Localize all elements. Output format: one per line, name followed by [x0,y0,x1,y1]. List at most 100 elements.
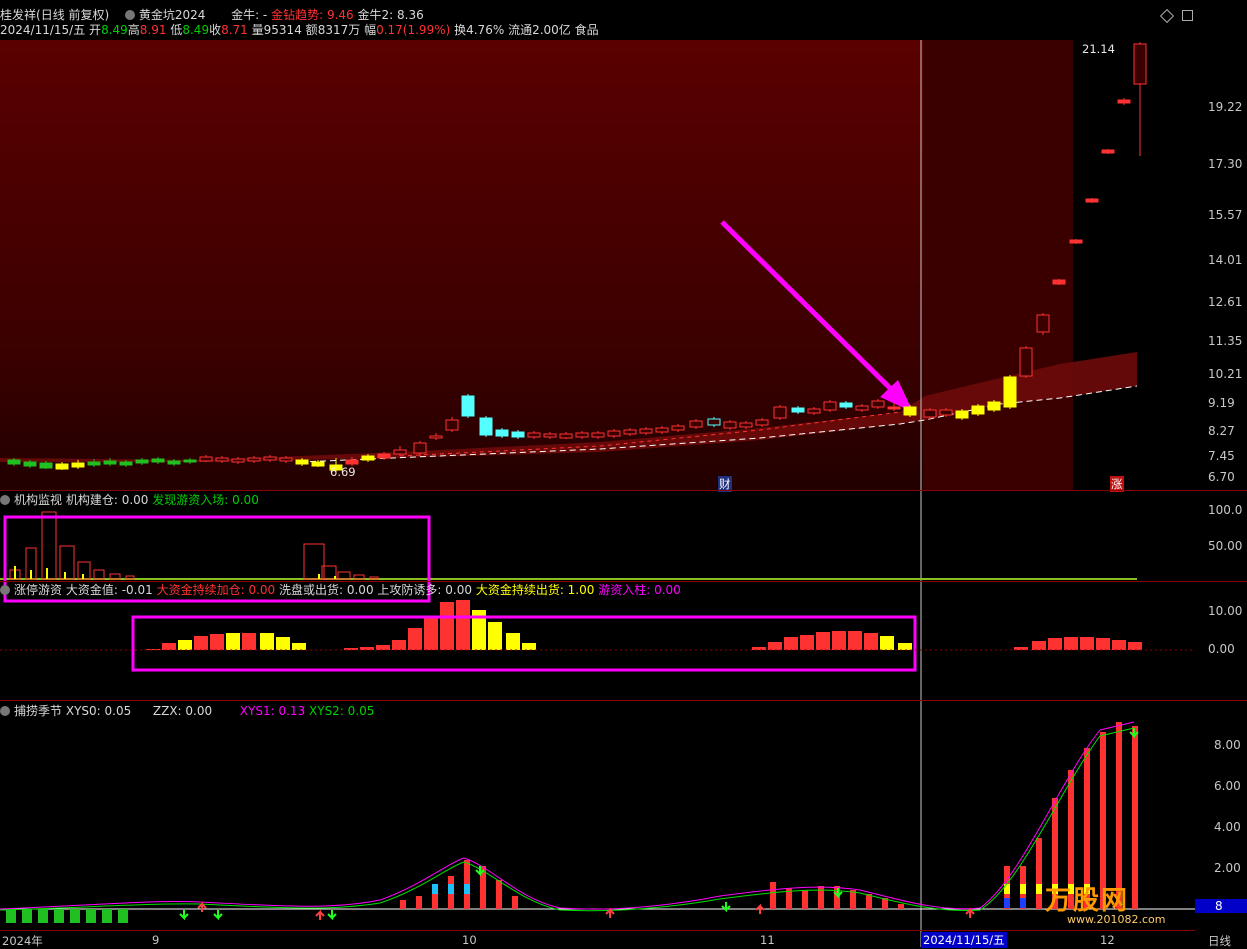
price-axis-label: 14.01 [1208,253,1243,267]
panel3-color-block [464,884,470,894]
panel2-bar [392,640,406,650]
candle-body [723,421,737,429]
candle-body [689,420,703,428]
panel2-bar [1048,638,1062,650]
high-price-tag: 21.14 [1082,42,1115,56]
panel2-bar [194,636,208,650]
candle-body [1117,99,1131,104]
panel2-bar [260,633,274,650]
panel3-header: 捕捞季节 XYS0: 0.05 ZZX: 0.00 XYS1: 0.13 XYS… [0,704,374,719]
panel3-green-bar [86,909,96,923]
candle-body [623,429,637,435]
panel3-color-block [1020,898,1026,908]
panel2-bar [1128,642,1142,650]
panel3-color-block [448,884,454,894]
candle-body [231,458,245,463]
panel2-line2: 大资金持续加仓: 0.00 [156,583,276,597]
low-price-tag: 6.69 [330,465,356,479]
panel1-bar [125,575,135,580]
panel3-title[interactable]: 捕捞季节 [14,704,62,718]
candle-body [1019,347,1033,377]
panel3-axis-6: 6.00 [1214,779,1241,793]
candle-body [971,405,985,415]
panel1-title[interactable]: 机构监视 [14,493,62,507]
candle-body [1036,314,1050,333]
down-arrow-icon [213,910,223,921]
candle-body [739,422,753,428]
panel3-red-bar [802,890,808,909]
x-label-10: 10 [462,933,477,947]
panel3-line3: XYS1: 0.13 [239,704,306,718]
candle-body [445,419,459,431]
panel2-bar [276,637,290,650]
panel2-axis-0: 0.00 [1208,642,1235,656]
candle-body [377,453,391,459]
panel2-bar [162,643,176,650]
panel2-bar [832,631,846,650]
panel2-bar [864,633,878,650]
candle-body [247,457,261,462]
candle-body [199,456,213,462]
watermark-brand: 万股网 [1045,886,1130,916]
panel2-title[interactable]: 涨停游资 [14,583,62,597]
candle-body [543,433,557,438]
panel3-axis-8: 8.00 [1214,738,1241,752]
panel3-red-bar [512,896,518,909]
panel3-red-bar [770,882,776,909]
trend-ribbon [0,352,1137,462]
x-label-12: 12 [1100,933,1115,947]
panel3-green-bar [118,909,128,923]
panel1-yellow-bar [82,574,84,579]
candle-body [119,461,133,466]
panel2-bar [376,645,390,650]
panel3-red-bar [400,900,406,909]
candle-body [103,460,117,465]
candle-body [23,461,37,467]
settings-icon[interactable] [0,706,10,716]
panel2-bar [456,600,470,650]
up-arrow-icon [755,903,765,914]
candle-body [871,400,885,408]
candle-body [655,427,669,433]
candle-body [393,449,407,455]
settings-icon[interactable] [0,495,10,505]
panel3-color-block [1004,898,1010,908]
candle-body [1003,376,1017,408]
candle-body [1085,198,1099,203]
panel2-bar [292,643,306,650]
panel2-bar [488,622,502,650]
candle-body [855,405,869,411]
candle-body [71,462,85,468]
panel2-bar [1064,637,1078,650]
panel3-red-bar [818,886,824,909]
candle-body [413,442,427,454]
panel3-red-bar [416,896,422,909]
candle-body [151,458,165,463]
annotation-arrow [720,220,900,398]
price-axis-label: 15.57 [1208,208,1243,222]
panel3-color-block [432,884,438,894]
panel1-line2: 发现游资入场: 0.00 [152,493,259,507]
panel3-red-bar [898,904,904,909]
panel2-bar [848,631,862,650]
panel2-bar [898,643,912,650]
panel2-line6: 游资入柱: 0.00 [598,583,681,597]
panel2-bar [816,632,830,650]
panel1-bar [59,545,75,580]
candle-body [527,432,541,438]
up-arrow-icon [315,909,325,920]
candle-body [607,430,621,437]
panel3-red-bar [496,880,502,909]
panel2-separator [0,581,1247,582]
panel3-line1: XYS0: 0.05 [65,704,132,718]
candle-body [183,459,197,463]
panel2-bar [768,642,782,650]
panel1-yellow-bar [318,574,320,579]
settings-icon[interactable] [0,585,10,595]
main-chart[interactable] [0,0,1247,947]
candle-body [479,417,493,436]
candle-body [639,428,653,434]
candle-body [923,409,937,418]
candle-body [559,433,573,439]
panel3-red-bar [850,890,856,909]
